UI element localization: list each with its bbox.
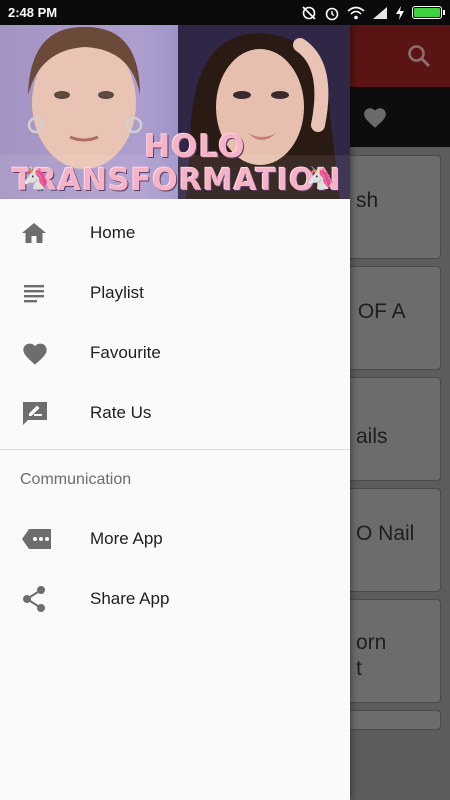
share-icon xyxy=(0,569,90,629)
list-item-title: orn t xyxy=(356,631,387,680)
menu-item-label: Rate Us xyxy=(90,403,152,422)
list-item-title: sh xyxy=(356,189,379,212)
header-title-line1: HOLO xyxy=(144,129,246,165)
alarm-icon xyxy=(325,7,339,20)
drawer-menu: Home Playlist Favourite Rate Us xyxy=(0,199,350,443)
rate-icon xyxy=(0,383,90,443)
sync-off-icon xyxy=(302,5,316,20)
header-title-line2: TRANSFORMATION xyxy=(12,163,342,198)
navigation-drawer: HOLO TRANSFORMATION 🦄 🦄 Home Playlist Fa… xyxy=(0,25,350,800)
heart-icon xyxy=(0,323,90,383)
drawer-header: HOLO TRANSFORMATION 🦄 🦄 xyxy=(0,25,350,199)
signal-icon xyxy=(373,6,387,19)
menu-item-label: Playlist xyxy=(90,283,144,302)
communication-menu: More App Share App xyxy=(0,505,350,629)
unicorn-icon: 🦄 xyxy=(22,165,50,190)
wifi-icon xyxy=(347,6,365,19)
status-bar: 2:48 PM xyxy=(0,0,450,25)
status-time: 2:48 PM xyxy=(8,5,58,20)
menu-item-home[interactable]: Home xyxy=(0,203,350,263)
list-item-title: O Nail xyxy=(356,522,415,545)
search-icon[interactable] xyxy=(406,43,432,69)
menu-item-label: Favourite xyxy=(90,343,161,362)
menu-item-label: Share App xyxy=(90,589,170,608)
menu-item-share-app[interactable]: Share App xyxy=(0,569,350,629)
charging-icon xyxy=(396,5,404,20)
menu-item-favourite[interactable]: Favourite xyxy=(0,323,350,383)
heart-tab-icon[interactable] xyxy=(362,105,388,131)
list-item-title: ails xyxy=(356,425,388,448)
menu-item-playlist[interactable]: Playlist xyxy=(0,263,350,323)
more-apps-icon xyxy=(0,509,90,569)
section-title-communication: Communication xyxy=(20,471,132,488)
home-icon xyxy=(0,203,90,263)
menu-item-label: Home xyxy=(90,223,136,242)
list-item-title: OF A xyxy=(352,300,406,323)
unicorn-icon: 🦄 xyxy=(306,165,334,190)
status-icons xyxy=(301,5,445,21)
menu-item-rate-us[interactable]: Rate Us xyxy=(0,383,350,443)
playlist-icon xyxy=(0,263,90,323)
battery-icon xyxy=(412,6,445,19)
menu-item-label: More App xyxy=(90,529,163,548)
menu-item-more-app[interactable]: More App xyxy=(0,509,350,569)
